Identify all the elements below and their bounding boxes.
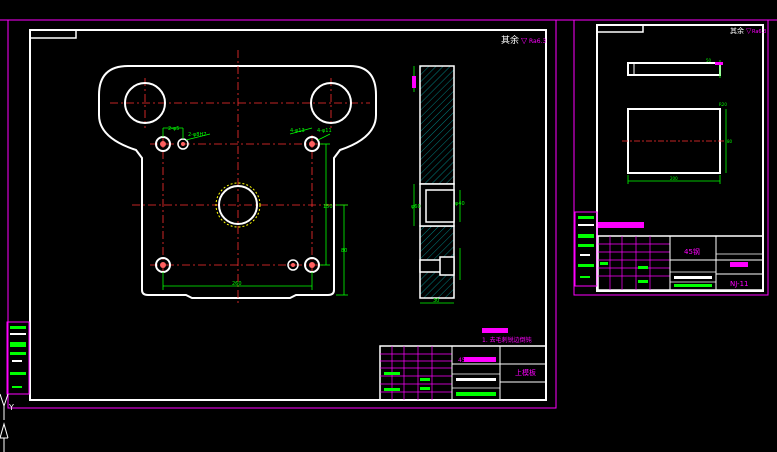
- part-drawing-no: NJ-11: [730, 280, 748, 288]
- section-view: 30 φ60 φ40: [411, 65, 465, 304]
- section-pin: [439, 256, 455, 276]
- main-sheet-corner-tab: [29, 29, 77, 39]
- ucs-y-label: Y: [8, 403, 14, 412]
- dim-section-bore-depth: φ40: [455, 201, 465, 207]
- part-sheet: 其余 ▽ Ra6.3 50 200 80 R20 45钢 NJ-11: [573, 19, 769, 296]
- dim-top-left-hole: 2-φ5: [168, 126, 179, 132]
- part-title-block: 45钢 NJ-11: [597, 222, 764, 291]
- pin-holes: [155, 136, 320, 273]
- dim-height-b: 80: [341, 248, 347, 254]
- left-stamp-block: [6, 321, 30, 395]
- part-roughness-note: 其余: [730, 26, 744, 35]
- dim-top-right-pin: 4-φ11: [317, 128, 332, 134]
- main-sheet-inner-frame: [29, 29, 547, 401]
- part-sheet-corner-tab: [596, 24, 644, 33]
- main-title-block: 45 上模板: [379, 345, 547, 401]
- roughness-symbol: ▽: [521, 36, 528, 45]
- part-side-stamp: [574, 211, 598, 287]
- dim-part-height: 80: [727, 139, 733, 144]
- dim-height-a: 150: [323, 204, 333, 210]
- section-pin-slot: [419, 259, 443, 273]
- main-sheet-outer-border: [7, 19, 557, 409]
- plate-outline: [98, 65, 377, 299]
- section-hatch-top: [419, 65, 455, 185]
- roughness-value: Ra6.3: [529, 38, 546, 45]
- tech-note-badge: [482, 328, 508, 333]
- ucs-icon: Y: [0, 393, 14, 452]
- roughness-note: 其余: [501, 34, 519, 46]
- main-sheet: 其余 ▽ Ra6.3 2-φ5 2-φ8H7 4-φ13 4-φ11 260 1…: [0, 19, 777, 409]
- tech-note: 1. 去毛刺锐边倒钝: [482, 336, 532, 344]
- title-part-name: 上模板: [515, 368, 536, 377]
- dim-top-left-pin: 2-φ8H7: [188, 132, 206, 138]
- plan-view: 2-φ5 2-φ8H7 4-φ13 4-φ11 260 150 80: [98, 50, 377, 304]
- dim-section-thickness: 30: [433, 298, 439, 304]
- dim-overall-width: 260: [232, 281, 242, 287]
- part-roughness-value: Ra6.3: [752, 29, 766, 35]
- part-title-material: 45钢: [684, 247, 700, 256]
- dim-part-corner: R20: [719, 102, 727, 107]
- part-top-block: [627, 62, 721, 76]
- dim-part-top-block: 50: [706, 58, 712, 63]
- dim-top-right-hole: 4-φ13: [290, 128, 305, 134]
- cad-drawing-canvas[interactable]: 其余 ▽ Ra6.3 2-φ5 2-φ8H7 4-φ13 4-φ11 260 1…: [0, 0, 777, 452]
- dim-part-width: 200: [670, 176, 678, 181]
- section-counterbore: [425, 189, 455, 223]
- dim-section-bore: φ60: [411, 204, 421, 210]
